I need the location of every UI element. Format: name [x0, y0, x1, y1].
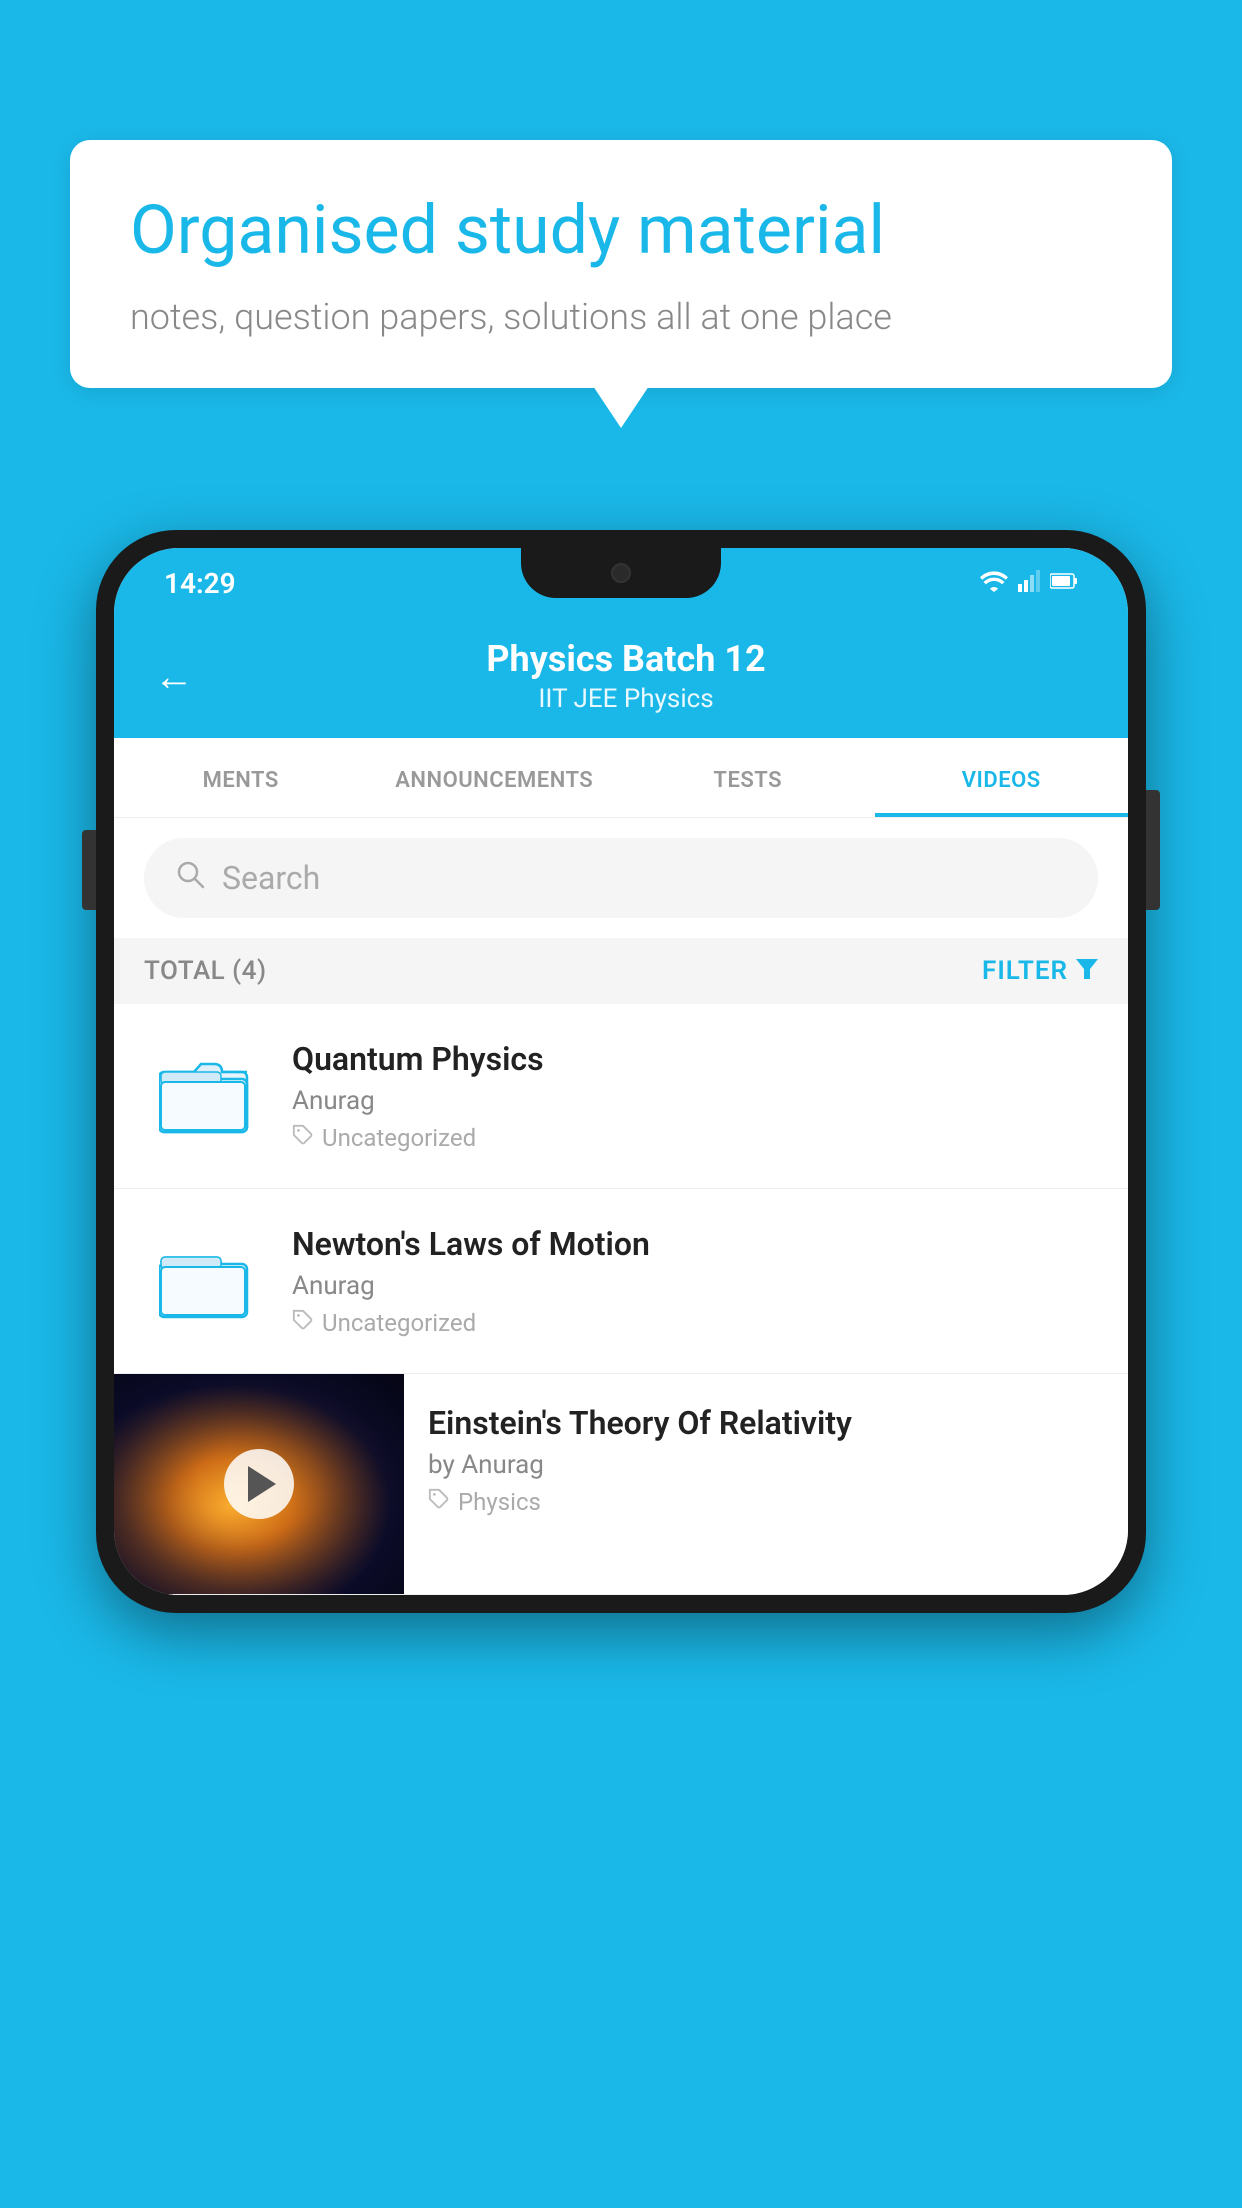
video-tag: Uncategorized: [292, 1124, 1098, 1152]
tab-tests[interactable]: TESTS: [621, 738, 875, 817]
speech-bubble-subtext: notes, question papers, solutions all at…: [130, 296, 1112, 338]
video-title: Einstein's Theory Of Relativity: [428, 1404, 1104, 1442]
tab-videos[interactable]: VIDEOS: [875, 738, 1129, 817]
list-item[interactable]: Einstein's Theory Of Relativity by Anura…: [114, 1374, 1128, 1595]
search-bar[interactable]: Search: [144, 838, 1098, 918]
video-author: Anurag: [292, 1086, 1098, 1116]
tag-icon: [292, 1124, 314, 1152]
wifi-icon: [980, 570, 1008, 596]
video-author: by Anurag: [428, 1450, 1104, 1480]
search-icon: [174, 858, 206, 898]
video-author: Anurag: [292, 1271, 1098, 1301]
video-tag: Physics: [428, 1488, 1104, 1516]
total-count-label: TOTAL (4): [144, 956, 267, 986]
search-container: Search: [114, 818, 1128, 938]
phone-screen: 14:29: [114, 548, 1128, 1595]
video-list: Quantum Physics Anurag Uncategorized: [114, 1004, 1128, 1595]
tab-ments[interactable]: MENTS: [114, 738, 368, 817]
header-title: Physics Batch 12: [224, 638, 1028, 680]
status-icons: [980, 570, 1078, 596]
speech-bubble-heading: Organised study material: [130, 190, 1112, 272]
video-title: Newton's Laws of Motion: [292, 1225, 1098, 1263]
video-title: Quantum Physics: [292, 1040, 1098, 1078]
folder-icon: [144, 1231, 264, 1331]
filter-row: TOTAL (4) FILTER: [114, 938, 1128, 1004]
speech-bubble-container: Organised study material notes, question…: [70, 140, 1172, 388]
play-button[interactable]: [224, 1449, 294, 1519]
tag-icon: [292, 1309, 314, 1337]
phone-notch: [521, 548, 721, 598]
signal-icon: [1018, 570, 1040, 596]
filter-icon: [1076, 956, 1098, 986]
camera-dot: [611, 563, 631, 583]
phone-mockup: 14:29: [96, 530, 1146, 1613]
filter-button[interactable]: FILTER: [982, 956, 1098, 986]
back-button[interactable]: ←: [154, 653, 194, 700]
speech-bubble: Organised study material notes, question…: [70, 140, 1172, 388]
play-icon: [248, 1466, 276, 1502]
folder-icon: [144, 1046, 264, 1146]
search-placeholder: Search: [222, 859, 320, 897]
video-thumbnail: [114, 1374, 404, 1594]
video-tag: Uncategorized: [292, 1309, 1098, 1337]
battery-icon: [1050, 572, 1078, 594]
video-info: Quantum Physics Anurag Uncategorized: [292, 1040, 1098, 1152]
tag-icon: [428, 1488, 450, 1516]
list-item[interactable]: Newton's Laws of Motion Anurag Uncategor…: [114, 1189, 1128, 1374]
video-info: Einstein's Theory Of Relativity by Anura…: [404, 1374, 1128, 1546]
list-item[interactable]: Quantum Physics Anurag Uncategorized: [114, 1004, 1128, 1189]
tabs-bar: MENTS ANNOUNCEMENTS TESTS VIDEOS: [114, 738, 1128, 818]
status-time: 14:29: [164, 567, 236, 600]
header-title-group: Physics Batch 12 IIT JEE Physics: [224, 638, 1028, 714]
app-header: ← Physics Batch 12 IIT JEE Physics: [114, 618, 1128, 738]
status-bar: 14:29: [114, 548, 1128, 618]
tab-announcements[interactable]: ANNOUNCEMENTS: [368, 738, 622, 817]
header-subtitle: IIT JEE Physics: [224, 684, 1028, 714]
phone-outer-shell: 14:29: [96, 530, 1146, 1613]
video-info: Newton's Laws of Motion Anurag Uncategor…: [292, 1225, 1098, 1337]
